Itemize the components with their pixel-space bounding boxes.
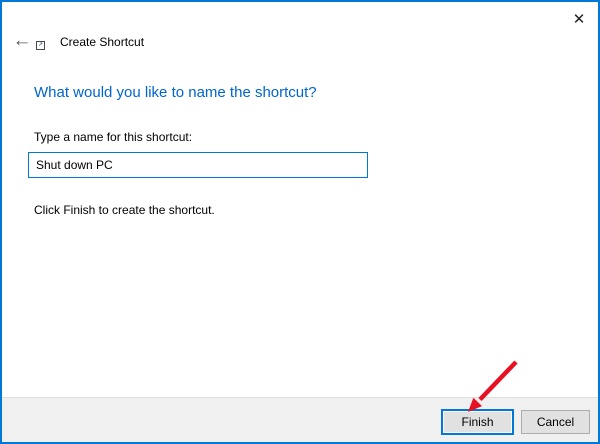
- shortcut-name-input[interactable]: [28, 152, 368, 178]
- cancel-button[interactable]: Cancel: [521, 410, 590, 434]
- finish-instruction-text: Click Finish to create the shortcut.: [34, 203, 215, 217]
- back-arrow-icon[interactable]: ←: [10, 30, 34, 52]
- shortcut-overlay-icon: ↗: [36, 41, 45, 50]
- page-heading: What would you like to name the shortcut…: [34, 84, 317, 101]
- wizard-title: Create Shortcut: [60, 35, 145, 49]
- finish-button[interactable]: Finish: [441, 409, 514, 435]
- shortcut-name-label: Type a name for this shortcut:: [34, 130, 193, 144]
- create-shortcut-window: ✕ ← ↗ Create Shortcut What would you lik…: [0, 0, 600, 444]
- close-icon[interactable]: ✕: [568, 8, 590, 30]
